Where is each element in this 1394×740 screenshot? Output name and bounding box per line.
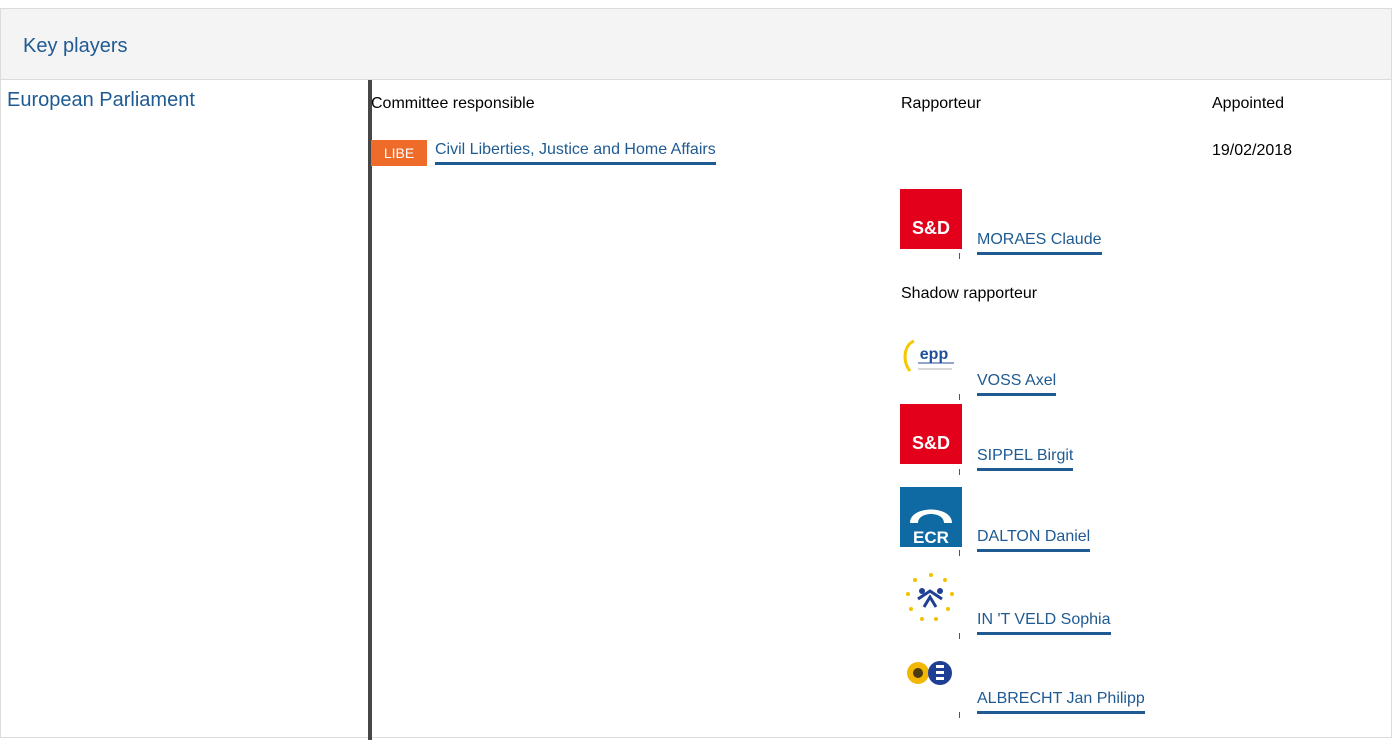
key-players-panel: Key players European Parliament Committe… (0, 8, 1392, 740)
separator-tick (959, 633, 960, 639)
separator-tick (959, 469, 960, 475)
appointed-date: 19/02/2018 (1212, 142, 1293, 159)
section-title: Key players (23, 35, 128, 57)
institution-name: European Parliament (7, 89, 195, 111)
rapporteur-header: Rapporteur (901, 95, 982, 112)
rapporteur-link-moraes[interactable]: MORAES Claude (977, 231, 1102, 255)
section-header: Key players (1, 9, 1391, 80)
appointed-header: Appointed (1212, 95, 1285, 112)
alde-group-logo (900, 569, 962, 629)
svg-text:epp: epp (920, 346, 949, 363)
greens-efa-group-logo (900, 649, 962, 709)
shadow-rapporteur-link-albrecht[interactable]: ALBRECHT Jan Philipp (977, 690, 1145, 714)
sd-group-logo: S&D (900, 189, 962, 249)
svg-text:S&D: S&D (912, 433, 950, 453)
sd-group-logo: S&D (900, 404, 962, 464)
svg-text:S&D: S&D (912, 218, 950, 238)
separator-tick (959, 550, 960, 556)
shadow-rapporteur-link-sippel[interactable]: SIPPEL Birgit (977, 447, 1074, 471)
shadow-rapporteur-link-in-t-veld[interactable]: IN 'T VELD Sophia (977, 611, 1111, 635)
ecr-group-logo: ECR (900, 487, 962, 547)
shadow-rapporteur-label: Shadow rapporteur (901, 285, 1038, 302)
epp-group-logo: epp (900, 331, 962, 391)
separator-tick (959, 712, 960, 718)
column-divider (368, 80, 372, 740)
committee-link[interactable]: Civil Liberties, Justice and Home Affair… (435, 141, 716, 165)
separator-tick (959, 253, 960, 259)
shadow-rapporteur-link-voss[interactable]: VOSS Axel (977, 372, 1057, 396)
svg-text:ECR: ECR (913, 528, 949, 547)
committee-code-badge: LIBE (371, 140, 427, 166)
committee-responsible-header: Committee responsible (371, 95, 535, 112)
shadow-rapporteur-link-dalton[interactable]: DALTON Daniel (977, 528, 1091, 552)
separator-tick (959, 394, 960, 400)
